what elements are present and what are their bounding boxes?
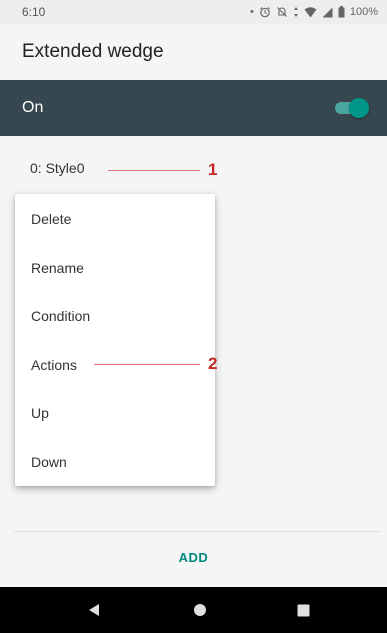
menu-item-down[interactable]: Down — [15, 437, 215, 486]
on-toggle-switch[interactable] — [333, 98, 369, 118]
app-bar: Extended wedge — [0, 24, 387, 80]
data-icon — [293, 7, 298, 17]
menu-item-condition[interactable]: Condition — [15, 291, 215, 340]
signal-icon — [322, 7, 333, 17]
alarm-icon — [260, 7, 270, 18]
footer-divider — [14, 531, 380, 532]
annotation-line-1 — [108, 170, 200, 171]
annotation-number-2: 2 — [208, 354, 218, 373]
status-bar: 6:10 • 100% — [0, 0, 387, 24]
menu-item-delete[interactable]: Delete — [15, 194, 215, 243]
context-menu: Delete Rename Condition Actions Up Down — [15, 194, 215, 486]
menu-item-up[interactable]: Up — [15, 388, 215, 437]
navigation-bar — [0, 587, 387, 633]
mute-icon — [276, 7, 287, 17]
page-title: Extended wedge — [22, 41, 164, 62]
annotation-number-1: 1 — [208, 160, 218, 179]
back-button[interactable] — [64, 587, 124, 633]
list-item-style0[interactable]: 0: Style0 — [30, 160, 84, 176]
add-button[interactable]: ADD — [0, 540, 387, 574]
toggle-thumb — [349, 98, 369, 118]
annotation-line-2 — [94, 364, 200, 365]
home-icon — [194, 604, 206, 616]
recents-button[interactable] — [273, 587, 333, 633]
battery-icon — [338, 6, 345, 18]
home-button[interactable] — [170, 587, 230, 633]
status-icons: • 100% — [250, 6, 378, 18]
switch-label: On — [22, 99, 44, 116]
menu-item-rename[interactable]: Rename — [15, 243, 215, 292]
status-time: 6:10 — [22, 5, 46, 19]
status-dot: • — [250, 6, 254, 18]
back-icon — [89, 604, 99, 616]
wifi-icon — [304, 6, 317, 17]
recents-icon — [297, 604, 309, 616]
battery-percent: 100% — [349, 6, 378, 18]
master-switch-bar[interactable]: On — [0, 80, 387, 136]
